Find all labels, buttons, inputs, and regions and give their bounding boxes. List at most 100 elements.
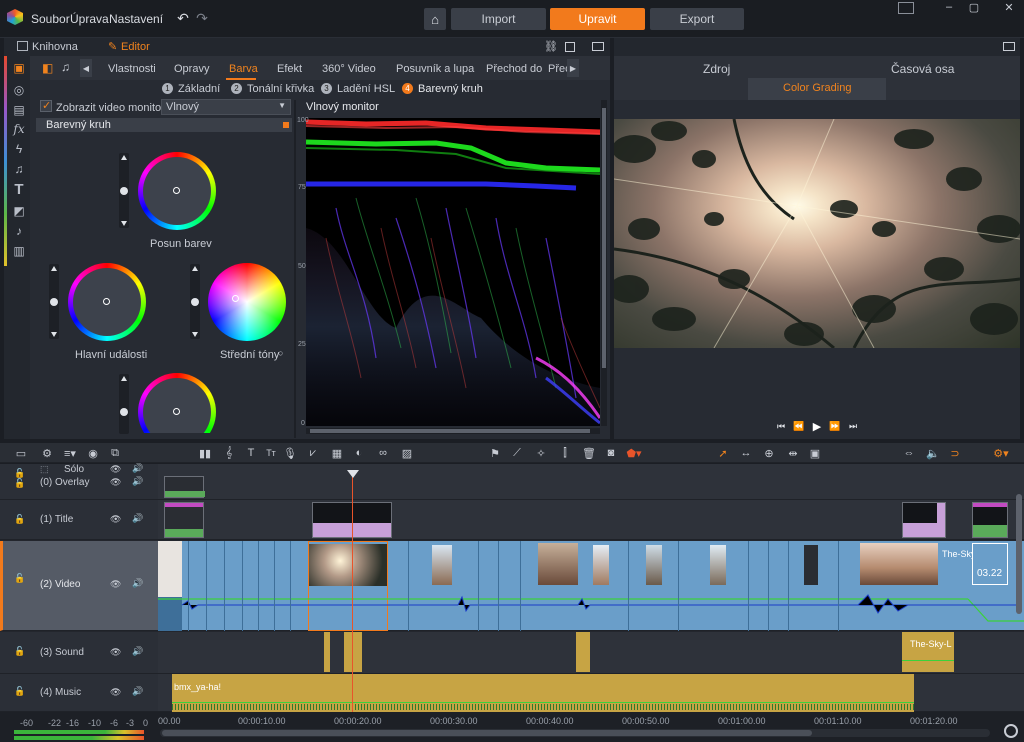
- step-back-icon[interactable]: ⏪: [792, 418, 806, 434]
- mode-dropdown-icon[interactable]: ⚙▾: [990, 446, 1012, 460]
- tab-library[interactable]: Knihovna: [32, 41, 78, 53]
- detach-icon[interactable]: [565, 42, 575, 52]
- title-clip[interactable]: [164, 502, 204, 538]
- tab-vlastnosti[interactable]: Vlastnosti: [108, 63, 156, 75]
- music-track-label[interactable]: (4) Music: [40, 687, 81, 698]
- audio-ducking-icon[interactable]: ⩗: [306, 446, 320, 460]
- step-forward-icon[interactable]: ⏩: [828, 418, 842, 434]
- tab-edit[interactable]: Upravit: [550, 8, 645, 30]
- tab-barva[interactable]: Barva: [229, 63, 258, 75]
- panel-layout-icon[interactable]: [592, 42, 604, 51]
- tab-efekt[interactable]: Efekt: [277, 63, 302, 75]
- video-track-label[interactable]: (2) Video: [40, 579, 80, 590]
- tab-prechod[interactable]: Přechod do: [486, 63, 542, 75]
- video-speaker-icon[interactable]: 🔊: [132, 578, 143, 589]
- sound-speaker-icon[interactable]: 🔊: [132, 646, 143, 657]
- tab-source[interactable]: Zdroj: [703, 62, 730, 76]
- media-icon[interactable]: ▤: [9, 100, 29, 120]
- video-clip-icon[interactable]: ◧: [42, 61, 53, 75]
- music-eye-icon[interactable]: 👁: [110, 687, 121, 698]
- close-icon[interactable]: ✕: [1000, 0, 1018, 14]
- menu-edit[interactable]: Úprava: [70, 12, 109, 26]
- tab-export[interactable]: Export: [650, 8, 744, 30]
- shadows-slider-knob[interactable]: [120, 408, 128, 416]
- delete-icon[interactable]: 🗑: [582, 446, 596, 460]
- midtones-slider[interactable]: [190, 264, 200, 339]
- audio-clip-icon[interactable]: ♫: [61, 60, 70, 74]
- copy-icon[interactable]: ⧉: [108, 446, 122, 460]
- tab-opravy[interactable]: Opravy: [174, 63, 209, 75]
- panel-divider[interactable]: [294, 100, 296, 438]
- sound-clip[interactable]: [576, 632, 590, 672]
- overlay-speaker-icon[interactable]: 🔊: [132, 476, 143, 487]
- storyboard-icon[interactable]: ▭: [14, 446, 28, 460]
- settings-gear-icon[interactable]: ⚙: [40, 446, 54, 460]
- editor-tools-icon[interactable]: ▣: [9, 58, 29, 78]
- shadows-slider[interactable]: [119, 374, 129, 434]
- audio-effects-icon[interactable]: ♪: [9, 221, 29, 241]
- monitor-type-select[interactable]: Vlnový ▼: [161, 99, 291, 115]
- fit-icon[interactable]: ▣: [808, 446, 822, 460]
- subtab-tonalni-krivka[interactable]: Tonální křivka: [247, 83, 314, 95]
- midtones-reset-icon[interactable]: ○: [278, 348, 283, 358]
- paint-marker-icon[interactable]: ⬟▾: [624, 446, 644, 460]
- play-icon[interactable]: ▶: [810, 418, 824, 434]
- timeline-vscroll[interactable]: [1016, 494, 1022, 614]
- music-key-icon[interactable]: 𝄞: [222, 446, 236, 460]
- selection-cursor-icon[interactable]: ➚: [716, 446, 730, 460]
- sound-clip[interactable]: [344, 632, 362, 672]
- shift-slider[interactable]: [119, 153, 129, 228]
- menu-file[interactable]: Soubor: [31, 12, 70, 26]
- marker-icon[interactable]: ⚑: [488, 446, 502, 460]
- shadows-color-wheel[interactable]: [138, 373, 216, 433]
- playhead-handle[interactable]: [347, 470, 359, 478]
- title-clip[interactable]: [902, 502, 946, 538]
- shift-color-wheel[interactable]: [138, 152, 216, 230]
- title-track-label[interactable]: (1) Title: [40, 514, 73, 525]
- solo-speaker-icon[interactable]: 🔊: [132, 463, 143, 474]
- minimize-icon[interactable]: –: [940, 0, 958, 14]
- effect-wand-icon[interactable]: ✧: [534, 446, 548, 460]
- tab-360-video[interactable]: 360° Video: [322, 63, 376, 75]
- video-preview[interactable]: [614, 119, 1020, 348]
- menu-settings[interactable]: Nastavení: [109, 12, 163, 26]
- zoom-navigator-icon[interactable]: [1004, 724, 1018, 738]
- sound-eye-icon[interactable]: 👁: [110, 647, 121, 658]
- tab-import[interactable]: Import: [451, 8, 546, 30]
- subtitle-icon[interactable]: Tт: [264, 446, 278, 460]
- split-icon[interactable]: ⫿: [558, 446, 572, 460]
- midtones-color-wheel[interactable]: [208, 263, 286, 341]
- ripple-icon[interactable]: ↔: [738, 446, 754, 460]
- magnet-snap-icon[interactable]: ⊃: [948, 446, 962, 460]
- link-icon[interactable]: ⛓: [544, 40, 558, 53]
- sound-clip-end[interactable]: The-Sky-L: [902, 632, 954, 672]
- overlay-eye-icon[interactable]: 👁: [110, 477, 121, 488]
- sound-clip[interactable]: [324, 632, 330, 672]
- overlay-icon[interactable]: ◩: [9, 201, 29, 221]
- waveform-vscroll[interactable]: [601, 100, 607, 426]
- highlights-slider-knob[interactable]: [50, 298, 58, 306]
- title-speaker-icon[interactable]: 🔊: [132, 513, 143, 524]
- subtab-barevny-kruh[interactable]: Barevný kruh: [418, 83, 483, 95]
- track-options-icon[interactable]: ≡▾: [60, 446, 80, 460]
- sound-track-label[interactable]: (3) Sound: [40, 647, 84, 658]
- last-video-clip[interactable]: 03.22: [972, 543, 1008, 585]
- preview-layout-icon[interactable]: [1003, 42, 1015, 51]
- skip-to-start-icon[interactable]: ⏮: [774, 418, 788, 434]
- image-icon[interactable]: ▨: [400, 446, 414, 460]
- record-circle-icon[interactable]: ◉: [86, 446, 100, 460]
- link-clips-icon[interactable]: ∞: [376, 446, 390, 460]
- tab-scroll-left[interactable]: ◀: [80, 59, 92, 77]
- overlay-track-label[interactable]: (0) Overlay: [40, 477, 89, 488]
- subtab-ladeni-hsl[interactable]: Ladění HSL: [337, 83, 395, 95]
- color-match-icon[interactable]: ◐: [352, 446, 366, 460]
- music-speaker-icon[interactable]: 🔊: [132, 686, 143, 697]
- music-lock-icon[interactable]: 🔓: [14, 686, 25, 697]
- timeline-hscroll-thumb[interactable]: [162, 730, 812, 736]
- tab-timeline[interactable]: Časová osa: [891, 62, 954, 76]
- color-icon[interactable]: ◎: [9, 80, 29, 100]
- text-icon[interactable]: T: [9, 179, 29, 199]
- show-monitor-checkbox[interactable]: ✓: [40, 100, 52, 112]
- redo-icon[interactable]: ↷: [194, 10, 210, 26]
- trim-icon[interactable]: ⇹: [786, 446, 800, 460]
